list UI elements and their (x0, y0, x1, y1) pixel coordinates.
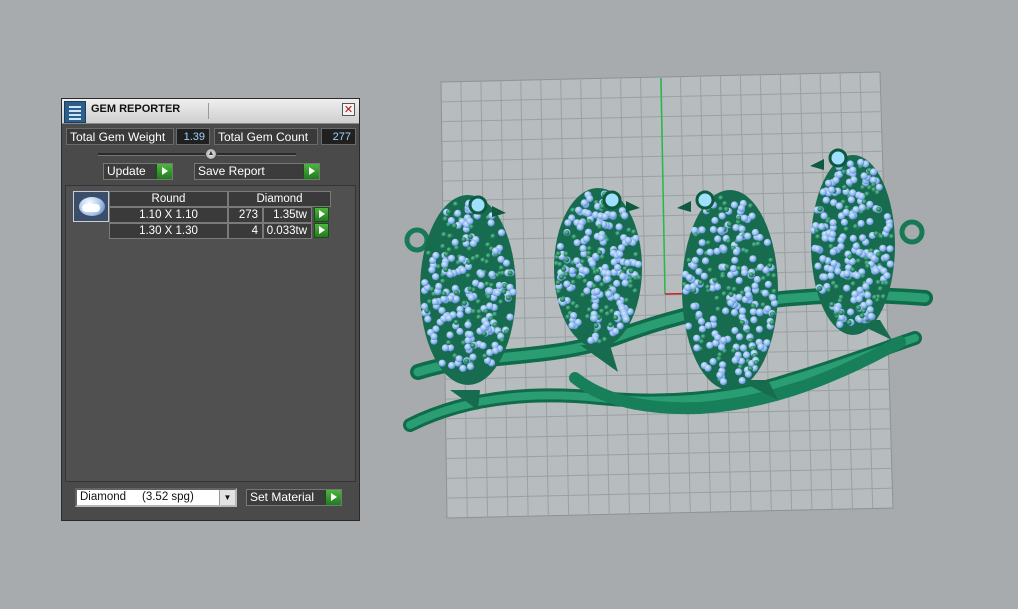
close-icon[interactable]: ✕ (342, 103, 355, 116)
table-row-size: 1.30 X 1.30 (109, 223, 228, 239)
play-arrow-icon[interactable] (303, 164, 319, 179)
panel-title: GEM REPORTER (91, 103, 181, 115)
total-gem-weight-label: Total Gem Weight (66, 128, 174, 145)
panel-splitter-track (98, 153, 296, 156)
table-row-size: 1.10 X 1.10 (109, 207, 228, 223)
panel-titlebar[interactable]: GEM REPORTER ✕ (62, 99, 359, 124)
play-arrow-icon[interactable] (314, 223, 329, 238)
gem-reporter-panel: GEM REPORTER ✕ Total Gem Weight 1.39 Tot… (61, 98, 360, 521)
play-arrow-icon[interactable] (156, 164, 172, 179)
column-header-material: Diamond (228, 191, 331, 207)
material-select-value: Diamond (3.52 spg) (80, 491, 194, 503)
table-row-count: 4 (228, 223, 263, 239)
update-button-label: Update (107, 164, 146, 178)
table-row-weight: 1.35tw (263, 207, 312, 223)
total-gem-count-label: Total Gem Count (214, 128, 318, 145)
play-arrow-icon[interactable] (325, 490, 341, 505)
column-header-shape: Round (109, 191, 228, 207)
total-gem-count-value: 277 (321, 128, 356, 145)
title-divider (208, 103, 209, 119)
chevron-down-icon[interactable]: ▼ (219, 490, 235, 505)
save-report-button[interactable]: Save Report (194, 163, 320, 180)
table-row-weight: 0.033tw (263, 223, 312, 239)
play-arrow-icon[interactable] (314, 207, 329, 222)
gem-reporter-app-icon (64, 101, 86, 123)
material-select[interactable]: Diamond (3.52 spg) ▼ (75, 488, 237, 507)
update-button[interactable]: Update (103, 163, 173, 180)
set-material-button-label: Set Material (250, 490, 315, 504)
table-row-count: 273 (228, 207, 263, 223)
round-gem-icon (73, 191, 109, 222)
total-gem-weight-value: 1.39 (176, 128, 210, 145)
collapse-chevron-icon[interactable]: ▲ (205, 148, 217, 160)
gem-report-table: Round Diamond 1.10 X 1.10 273 1.35tw 1.3… (65, 185, 356, 482)
save-report-button-label: Save Report (198, 164, 265, 178)
set-material-button[interactable]: Set Material (246, 489, 342, 506)
